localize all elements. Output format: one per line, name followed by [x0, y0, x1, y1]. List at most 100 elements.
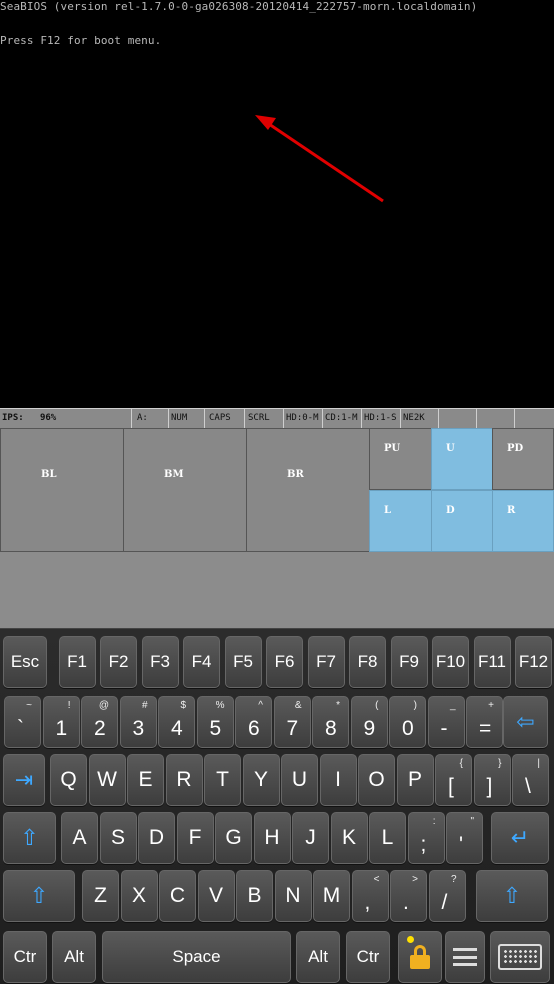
key-slash[interactable]: /?: [428, 870, 466, 922]
key-label: F12: [518, 652, 549, 671]
arrow-down-button[interactable]: D: [431, 490, 493, 552]
key-comma[interactable]: , <: [351, 870, 389, 922]
key-f9[interactable]: F9: [390, 636, 428, 688]
key-h[interactable]: H: [253, 812, 291, 864]
arrow-left-button[interactable]: L: [369, 490, 432, 552]
key-shift-label: *: [336, 700, 340, 711]
key-left-bracket[interactable]: [{: [435, 754, 472, 806]
key-g[interactable]: G: [215, 812, 252, 864]
keyboard-toggle-key[interactable]: [490, 931, 550, 983]
key-2[interactable]: 2 @: [81, 696, 118, 748]
key-v[interactable]: V: [197, 870, 235, 922]
alt-right-key[interactable]: Alt: [296, 931, 340, 983]
key-5[interactable]: 5%: [196, 696, 234, 748]
key-k[interactable]: K: [330, 812, 368, 864]
alt-left-key[interactable]: Alt: [52, 931, 96, 983]
key-8[interactable]: 8 *: [312, 696, 349, 748]
key-y[interactable]: Y: [242, 754, 280, 806]
tab-key[interactable]: ⇥: [3, 754, 45, 806]
key-f12[interactable]: F12: [515, 636, 552, 688]
key-b[interactable]: B: [236, 870, 273, 922]
key-esc[interactable]: Esc: [3, 636, 47, 688]
arrow-up-button[interactable]: U: [431, 428, 493, 490]
backspace-key[interactable]: ⇦: [503, 696, 548, 748]
key-1[interactable]: 1!: [42, 696, 80, 748]
key-p[interactable]: P: [396, 754, 434, 806]
key-backtick[interactable]: ` ~: [4, 696, 41, 748]
touchpad-area[interactable]: [0, 552, 554, 628]
l-label: L: [384, 505, 392, 516]
key-f6[interactable]: F6: [266, 636, 303, 688]
key-3[interactable]: 3 #: [119, 696, 157, 748]
mouse-button-right[interactable]: BR: [246, 428, 370, 552]
key-shift-label: |: [537, 758, 540, 769]
key-equals[interactable]: = +: [466, 696, 503, 748]
ips-label: IPS:: [2, 413, 24, 423]
bl-label: BL: [41, 469, 57, 480]
scrl-indicator: SCRL: [245, 409, 284, 428]
key-l[interactable]: L: [369, 812, 406, 864]
shift-right-key[interactable]: ⇧: [476, 870, 548, 922]
key-d[interactable]: D: [138, 812, 175, 864]
page-up-button[interactable]: PU: [369, 428, 432, 490]
menu-key[interactable]: [445, 931, 485, 983]
key-e[interactable]: E: [127, 754, 164, 806]
key-f8[interactable]: F8: [349, 636, 386, 688]
ips-value: 96%: [39, 413, 57, 423]
key-quote[interactable]: ' ": [446, 812, 483, 864]
key-u[interactable]: U: [281, 754, 318, 806]
key-label: 8: [325, 717, 337, 740]
lock-key[interactable]: [398, 931, 442, 983]
menu-icon: [453, 948, 477, 966]
key-7[interactable]: 7 &: [273, 696, 311, 748]
shift-left-key[interactable]: ⇧: [3, 870, 75, 922]
key-period[interactable]: . >: [390, 870, 427, 922]
key-o[interactable]: O: [358, 754, 395, 806]
key-6[interactable]: 6 ^: [235, 696, 272, 748]
key-r[interactable]: R: [165, 754, 203, 806]
key-f3[interactable]: F3: [141, 636, 179, 688]
space-key[interactable]: Space: [102, 931, 291, 983]
enter-key[interactable]: ↵: [491, 812, 549, 864]
key-shift-label: ^: [258, 700, 263, 711]
key-backslash[interactable]: \ |: [512, 754, 549, 806]
enter-icon: ↵: [510, 825, 530, 850]
key-s[interactable]: S: [99, 812, 137, 864]
key-z[interactable]: Z: [82, 870, 119, 922]
key-f4[interactable]: F4: [183, 636, 220, 688]
key-9[interactable]: 9(: [350, 696, 388, 748]
key-4[interactable]: 4 $: [158, 696, 195, 748]
key-n[interactable]: N: [274, 870, 312, 922]
ctrl-right-key[interactable]: Ctr: [346, 931, 390, 983]
key-j[interactable]: J: [292, 812, 329, 864]
key-c[interactable]: C: [159, 870, 196, 922]
key-m[interactable]: M: [313, 870, 350, 922]
key-label: -: [440, 717, 448, 740]
key-0[interactable]: 0): [389, 696, 426, 748]
key-w[interactable]: W: [88, 754, 126, 806]
key-label: ,: [364, 891, 371, 914]
key-minus[interactable]: - _: [427, 696, 465, 748]
key-f2[interactable]: F2: [100, 636, 137, 688]
arrow-right-button[interactable]: R: [492, 490, 554, 552]
key-right-bracket[interactable]: ]}: [473, 754, 511, 806]
shift-lock-key[interactable]: ⇧: [3, 812, 56, 864]
ctrl-left-key[interactable]: Ctr: [3, 931, 47, 983]
emulator-screen[interactable]: SeaBIOS (version rel-1.7.0-0-ga026308-20…: [0, 0, 554, 408]
key-x[interactable]: X: [120, 870, 158, 922]
key-i[interactable]: I: [319, 754, 357, 806]
key-f7[interactable]: F7: [307, 636, 345, 688]
key-a[interactable]: A: [61, 812, 98, 864]
key-f[interactable]: F: [176, 812, 214, 864]
page-down-button[interactable]: PD: [492, 428, 554, 490]
key-t[interactable]: T: [204, 754, 241, 806]
status-slot-empty-2: [477, 409, 515, 428]
key-semicolon[interactable]: ;:: [407, 812, 445, 864]
mouse-button-left[interactable]: BL: [0, 428, 124, 552]
key-q[interactable]: Q: [50, 754, 87, 806]
key-f11[interactable]: F11: [473, 636, 511, 688]
key-f10[interactable]: F10: [432, 636, 469, 688]
key-f1[interactable]: F1: [58, 636, 96, 688]
mouse-button-middle[interactable]: BM: [123, 428, 247, 552]
key-f5[interactable]: F5: [224, 636, 262, 688]
